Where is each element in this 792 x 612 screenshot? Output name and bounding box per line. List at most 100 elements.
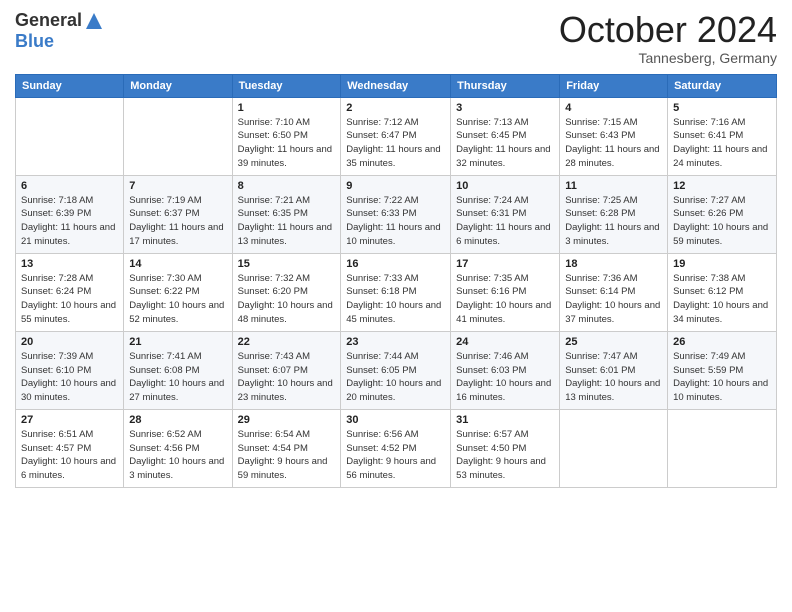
sunset-text: Sunset: 6:10 PM: [21, 365, 91, 376]
day-info: Sunrise: 7:27 AM Sunset: 6:26 PM Daylight:…: [673, 194, 771, 249]
day-number: 9: [346, 180, 445, 192]
day-info: Sunrise: 7:38 AM Sunset: 6:12 PM Daylight:…: [673, 272, 771, 327]
sunset-text: Sunset: 6:16 PM: [456, 286, 526, 297]
day-number: 19: [673, 258, 771, 270]
header-friday: Friday: [560, 74, 668, 97]
daylight-text: Daylight: 10 hours and 16 minutes.: [456, 378, 551, 403]
daylight-text: Daylight: 11 hours and 32 minutes.: [456, 144, 550, 169]
sunrise-text: Sunrise: 7:10 AM: [238, 117, 310, 128]
cell-w3-d0: 13Sunrise: 7:28 AMSunset: 6:24 PMDayligh…: [16, 253, 124, 331]
day-number: 11: [565, 180, 662, 192]
sunrise-text: Sunrise: 7:38 AM: [673, 273, 745, 284]
sunset-text: Sunset: 4:52 PM: [346, 443, 416, 454]
day-number: 7: [129, 180, 226, 192]
sunset-text: Sunset: 6:12 PM: [673, 286, 743, 297]
day-info: Sunrise: 7:43 AMSunset: 6:07 PMDaylight:…: [238, 350, 336, 405]
sunrise-text: Sunrise: 7:16 AM: [673, 117, 745, 128]
sunset-text: Sunset: 6:01 PM: [565, 365, 635, 376]
daylight-text: Daylight: 10 hours and 10 minutes.: [673, 378, 768, 403]
daylight-text: Daylight: 9 hours and 59 minutes.: [238, 456, 328, 481]
day-number: 30: [346, 414, 445, 426]
day-info: Sunrise: 6:51 AMSunset: 4:57 PMDaylight:…: [21, 428, 118, 483]
cell-w3-d1: 14 Sunrise: 7:30 AM Sunset: 6:22 PM Dayligh…: [124, 253, 232, 331]
daylight-text: Daylight: 10 hours and 34 minutes.: [673, 300, 768, 325]
daylight-text: Daylight: 11 hours and 6 minutes.: [456, 222, 550, 247]
day-number: 28: [129, 414, 226, 426]
sunrise-text: Sunrise: 7:30 AM: [129, 273, 201, 284]
header-thursday: Thursday: [451, 74, 560, 97]
daylight-text: Daylight: 9 hours and 53 minutes.: [456, 456, 546, 481]
sunset-text: Sunset: 6:24 PM: [21, 286, 91, 297]
day-number: 12: [673, 180, 771, 192]
daylight-text: Daylight: 9 hours and 56 minutes.: [346, 456, 436, 481]
day-info: Sunrise: 7:32 AMSunset: 6:20 PMDaylight:…: [238, 272, 336, 327]
daylight-text: Daylight: 11 hours and 35 minutes.: [346, 144, 440, 169]
day-number: 29: [238, 414, 336, 426]
sunset-text: Sunset: 5:59 PM: [673, 365, 743, 376]
day-number: 15: [238, 258, 336, 270]
sunrise-text: Sunrise: 7:33 AM: [346, 273, 418, 284]
sunset-text: Sunset: 6:31 PM: [456, 208, 526, 219]
sunset-text: Sunset: 6:28 PM: [565, 208, 635, 219]
day-info: Sunrise: 7:41 AMSunset: 6:08 PMDaylight:…: [129, 350, 226, 405]
daylight-text: Daylight: 10 hours and 13 minutes.: [565, 378, 660, 403]
sunrise-text: Sunrise: 7:43 AM: [238, 351, 310, 362]
cell-w3-d5: 18Sunrise: 7:36 AMSunset: 6:14 PMDayligh…: [560, 253, 668, 331]
sunset-text: Sunset: 4:54 PM: [238, 443, 308, 454]
daylight-text: Daylight: 11 hours and 13 minutes.: [238, 222, 332, 247]
cell-w1-d0: [16, 97, 124, 175]
cell-w4-d5: 25Sunrise: 7:47 AMSunset: 6:01 PMDayligh…: [560, 331, 668, 409]
cell-w3-d3: 16Sunrise: 7:33 AMSunset: 6:18 PMDayligh…: [341, 253, 451, 331]
sunrise-text: Sunrise: 7:13 AM: [456, 117, 528, 128]
week-row-4: 20Sunrise: 7:39 AMSunset: 6:10 PMDayligh…: [16, 331, 777, 409]
day-number: 4: [565, 102, 662, 114]
sunrise-text: Sunrise: 7:49 AM: [673, 351, 745, 362]
cell-w3-d2: 15 Sunrise: 7:32 AMSunset: 6:20 PMDayligh…: [232, 253, 341, 331]
sunrise-text: Sunrise: 7:18 AM: [21, 195, 93, 206]
daylight-text: Daylight: 10 hours and 37 minutes.: [565, 300, 660, 325]
daylight-text: Daylight: 11 hours and 10 minutes.: [346, 222, 440, 247]
sunrise-text: Sunrise: 7:12 AM: [346, 117, 418, 128]
calendar-table: Sunday Monday Tuesday Wednesday Thursday…: [15, 74, 777, 488]
day-info: Sunrise: 7:18 AMSunset: 6:39 PMDaylight:…: [21, 194, 118, 249]
cell-w2-d3: 9 Sunrise: 7:22 AMSunset: 6:33 PMDaylight…: [341, 175, 451, 253]
sunset-text: Sunset: 4:56 PM: [129, 443, 199, 454]
day-info: Sunrise: 7:28 AMSunset: 6:24 PMDaylight:…: [21, 272, 118, 327]
day-number: 6: [21, 180, 118, 192]
page: General Blue October 2024 Tannesberg, Ge…: [0, 0, 792, 612]
sunrise-text: Sunrise: 7:32 AM: [238, 273, 310, 284]
daylight-text: Daylight: 10 hours and 59 minutes.: [673, 222, 768, 247]
sunrise-text: Sunrise: 7:27 AM: [673, 195, 745, 206]
day-number: 17: [456, 258, 554, 270]
sunrise-text: Sunrise: 6:56 AM: [346, 429, 418, 440]
cell-w2-d6: 12 Sunrise: 7:27 AM Sunset: 6:26 PM Dayligh…: [668, 175, 777, 253]
sunset-text: Sunset: 6:26 PM: [673, 208, 743, 219]
daylight-text: Daylight: 11 hours and 28 minutes.: [565, 144, 659, 169]
daylight-text: Daylight: 11 hours and 3 minutes.: [565, 222, 659, 247]
sunrise-text: Sunrise: 7:25 AM: [565, 195, 637, 206]
sunset-text: Sunset: 6:22 PM: [129, 286, 199, 297]
day-info: Sunrise: 7:44 AMSunset: 6:05 PMDaylight:…: [346, 350, 445, 405]
day-info: Sunrise: 6:57 AMSunset: 4:50 PMDaylight:…: [456, 428, 554, 483]
day-number: 5: [673, 102, 771, 114]
cell-w5-d0: 27Sunrise: 6:51 AMSunset: 4:57 PMDayligh…: [16, 409, 124, 487]
day-info: Sunrise: 7:10 AMSunset: 6:50 PMDaylight:…: [238, 116, 336, 171]
daylight-text: Daylight: 11 hours and 21 minutes.: [21, 222, 115, 247]
cell-w4-d4: 24Sunrise: 7:46 AMSunset: 6:03 PMDayligh…: [451, 331, 560, 409]
sunset-text: Sunset: 6:07 PM: [238, 365, 308, 376]
daylight-text: Daylight: 11 hours and 17 minutes.: [129, 222, 223, 247]
cell-w1-d3: 2Sunrise: 7:12 AMSunset: 6:47 PMDaylight…: [341, 97, 451, 175]
sunrise-text: Sunrise: 7:35 AM: [456, 273, 528, 284]
cell-w5-d1: 28Sunrise: 6:52 AMSunset: 4:56 PMDayligh…: [124, 409, 232, 487]
sunrise-text: Sunrise: 7:47 AM: [565, 351, 637, 362]
day-info: Sunrise: 7:22 AMSunset: 6:33 PMDaylight:…: [346, 194, 445, 249]
day-number: 14: [129, 258, 226, 270]
sunrise-text: Sunrise: 7:15 AM: [565, 117, 637, 128]
daylight-text: Daylight: 10 hours and 52 minutes.: [129, 300, 224, 325]
sunset-text: Sunset: 6:50 PM: [238, 130, 308, 141]
daylight-text: Daylight: 10 hours and 55 minutes.: [21, 300, 116, 325]
day-number: 23: [346, 336, 445, 348]
daylight-text: Daylight: 10 hours and 3 minutes.: [129, 456, 224, 481]
day-number: 20: [21, 336, 118, 348]
sunrise-text: Sunrise: 6:54 AM: [238, 429, 310, 440]
